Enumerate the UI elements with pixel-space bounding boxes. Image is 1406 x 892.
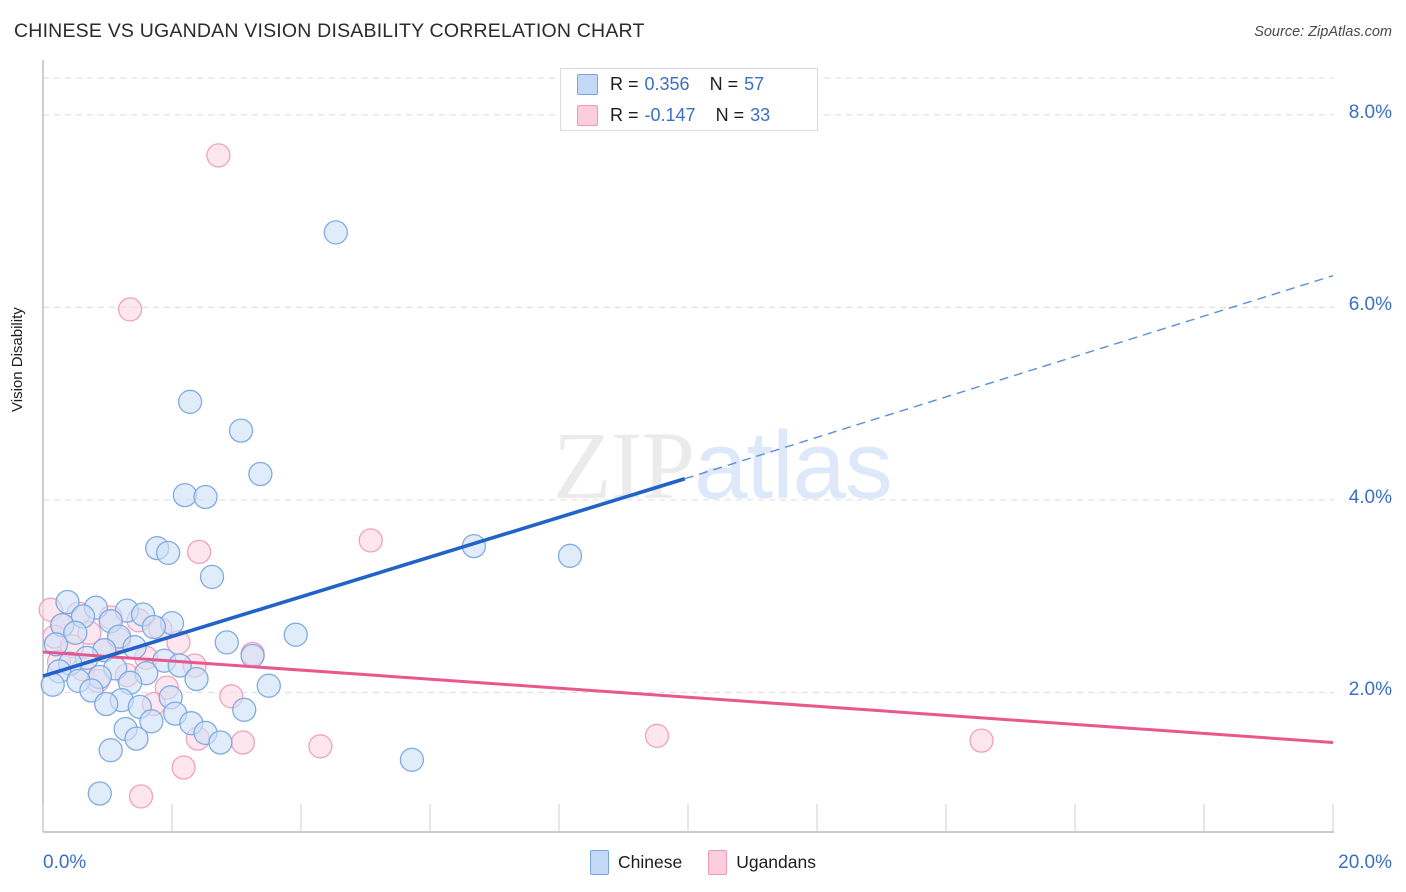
n-value-ugandans: 33 (750, 105, 771, 125)
stats-legend-row-ugandans: R = -0.147 N = 33 (561, 100, 817, 131)
trendlines (42, 275, 1334, 744)
x-axis-ticks (42, 804, 1334, 832)
series-legend: Chinese Ugandans (0, 850, 1406, 875)
n-label-chinese: N = (709, 74, 739, 94)
legend-swatch-ugandans-icon (577, 105, 598, 126)
r-value-chinese: 0.356 (644, 74, 690, 94)
series-label-ugandans: Ugandans (736, 852, 816, 872)
y-tick-label-6: 6.0% (1348, 294, 1392, 316)
stats-legend-row-chinese: R = 0.356 N = 57 (561, 69, 817, 100)
r-label-chinese: R = (610, 74, 639, 94)
y-tick-label-2: 2.0% (1348, 679, 1392, 701)
r-value-ugandans: -0.147 (644, 105, 696, 125)
series-legend-item-chinese[interactable]: Chinese (589, 850, 683, 875)
n-label-ugandans: N = (715, 105, 745, 125)
r-label-ugandans: R = (610, 105, 639, 125)
legend-swatch-chinese-icon (577, 74, 598, 95)
stats-legend: R = 0.356 N = 57 R = -0.147 N = 33 (560, 68, 818, 131)
y-tick-label-8: 8.0% (1348, 101, 1392, 123)
series-swatch-ugandans-icon (708, 850, 728, 875)
scatter-plot-canvas (38, 60, 1334, 833)
series-swatch-chinese-icon (589, 850, 609, 875)
series-legend-item-ugandans[interactable]: Ugandans (708, 850, 816, 875)
gridlines (43, 77, 1334, 693)
n-value-chinese: 57 (744, 74, 765, 94)
chart-root: CHINESE VS UGANDAN VISION DISABILITY COR… (0, 0, 1406, 892)
series-label-chinese: Chinese (617, 852, 683, 872)
y-tick-label-4: 4.0% (1348, 486, 1392, 508)
